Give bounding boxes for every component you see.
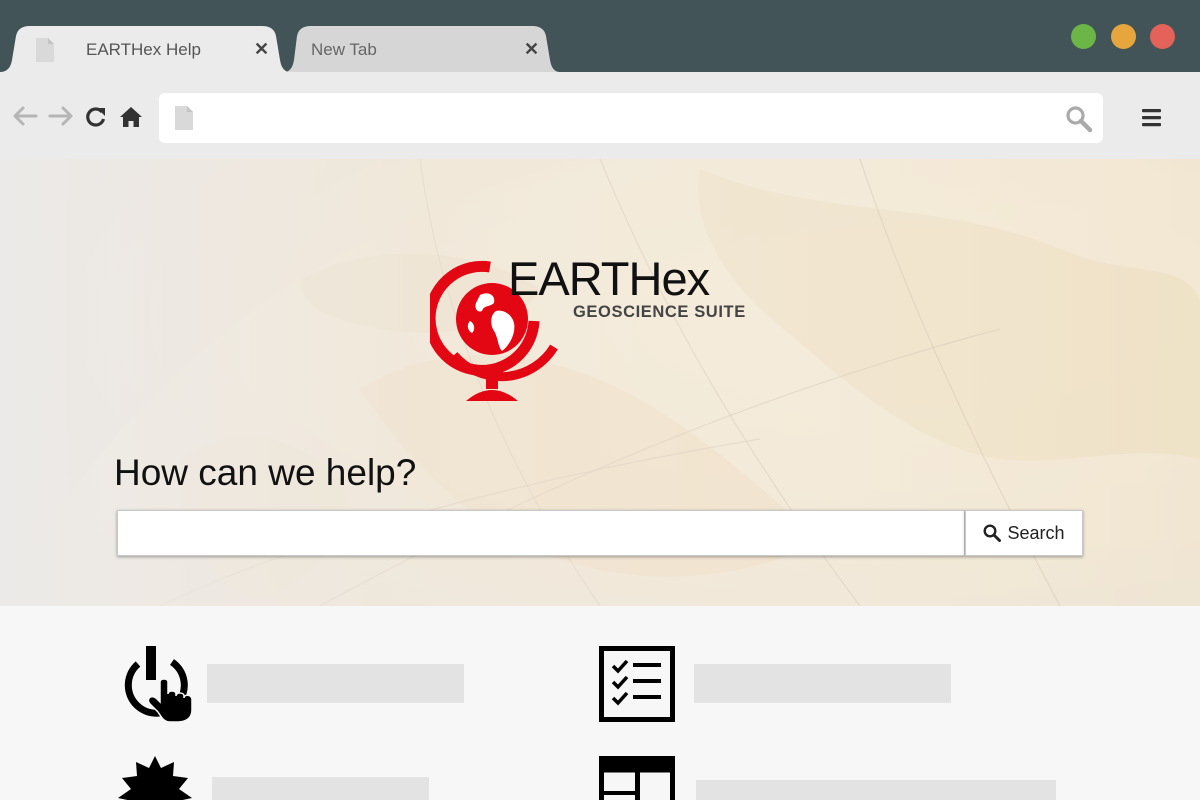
earthex-logo: EARTHex GEOSCIENCE SUITE	[430, 251, 775, 403]
category-title-placeholder[interactable]	[694, 664, 951, 703]
document-icon	[36, 38, 54, 62]
browser-toolbar	[0, 72, 1200, 159]
address-bar[interactable]	[159, 93, 1103, 143]
close-window-button[interactable]	[1150, 24, 1175, 49]
minimize-window-button[interactable]	[1111, 24, 1136, 49]
tab-title: New Tab	[311, 40, 377, 59]
help-search-input[interactable]	[118, 511, 964, 555]
maximize-window-button[interactable]	[1071, 24, 1096, 49]
tab-new-tab[interactable]: New Tab ✕	[284, 26, 560, 72]
power-touch-icon[interactable]	[116, 646, 194, 722]
reload-icon[interactable]	[85, 106, 107, 128]
search-button[interactable]: Search	[965, 510, 1083, 556]
help-heading: How can we help?	[114, 452, 417, 493]
forward-arrow-icon[interactable]	[48, 106, 74, 126]
category-title-placeholder[interactable]	[696, 780, 1056, 800]
browser-titlebar: EARTHex Help ✕ New Tab ✕	[0, 0, 1200, 72]
search-button-label: Search	[1007, 522, 1065, 543]
category-title-placeholder[interactable]	[212, 777, 429, 800]
tab-earthex-help[interactable]: EARTHex Help ✕	[0, 26, 290, 72]
home-icon[interactable]	[119, 106, 143, 128]
layout-grid-icon[interactable]	[599, 756, 675, 800]
back-arrow-icon[interactable]	[12, 106, 38, 126]
category-title-placeholder[interactable]	[207, 664, 464, 703]
checklist-icon[interactable]	[599, 646, 675, 722]
logo-tagline: GEOSCIENCE SUITE	[573, 303, 746, 321]
tab-title: EARTHex Help	[86, 40, 201, 59]
search-icon[interactable]	[1065, 105, 1093, 133]
help-search-box[interactable]	[117, 510, 965, 556]
close-icon[interactable]: ✕	[254, 39, 269, 60]
hamburger-menu-icon[interactable]	[1142, 108, 1162, 128]
address-input[interactable]	[205, 101, 1045, 135]
hero-section: EARTHex GEOSCIENCE SUITE How can we help…	[0, 159, 1200, 606]
help-categories-section	[0, 606, 1200, 800]
document-icon	[175, 106, 193, 130]
search-icon	[983, 524, 1002, 542]
close-icon[interactable]: ✕	[524, 39, 539, 60]
logo-wordmark: EARTHex	[508, 252, 710, 305]
badge-star-icon[interactable]	[118, 756, 192, 800]
